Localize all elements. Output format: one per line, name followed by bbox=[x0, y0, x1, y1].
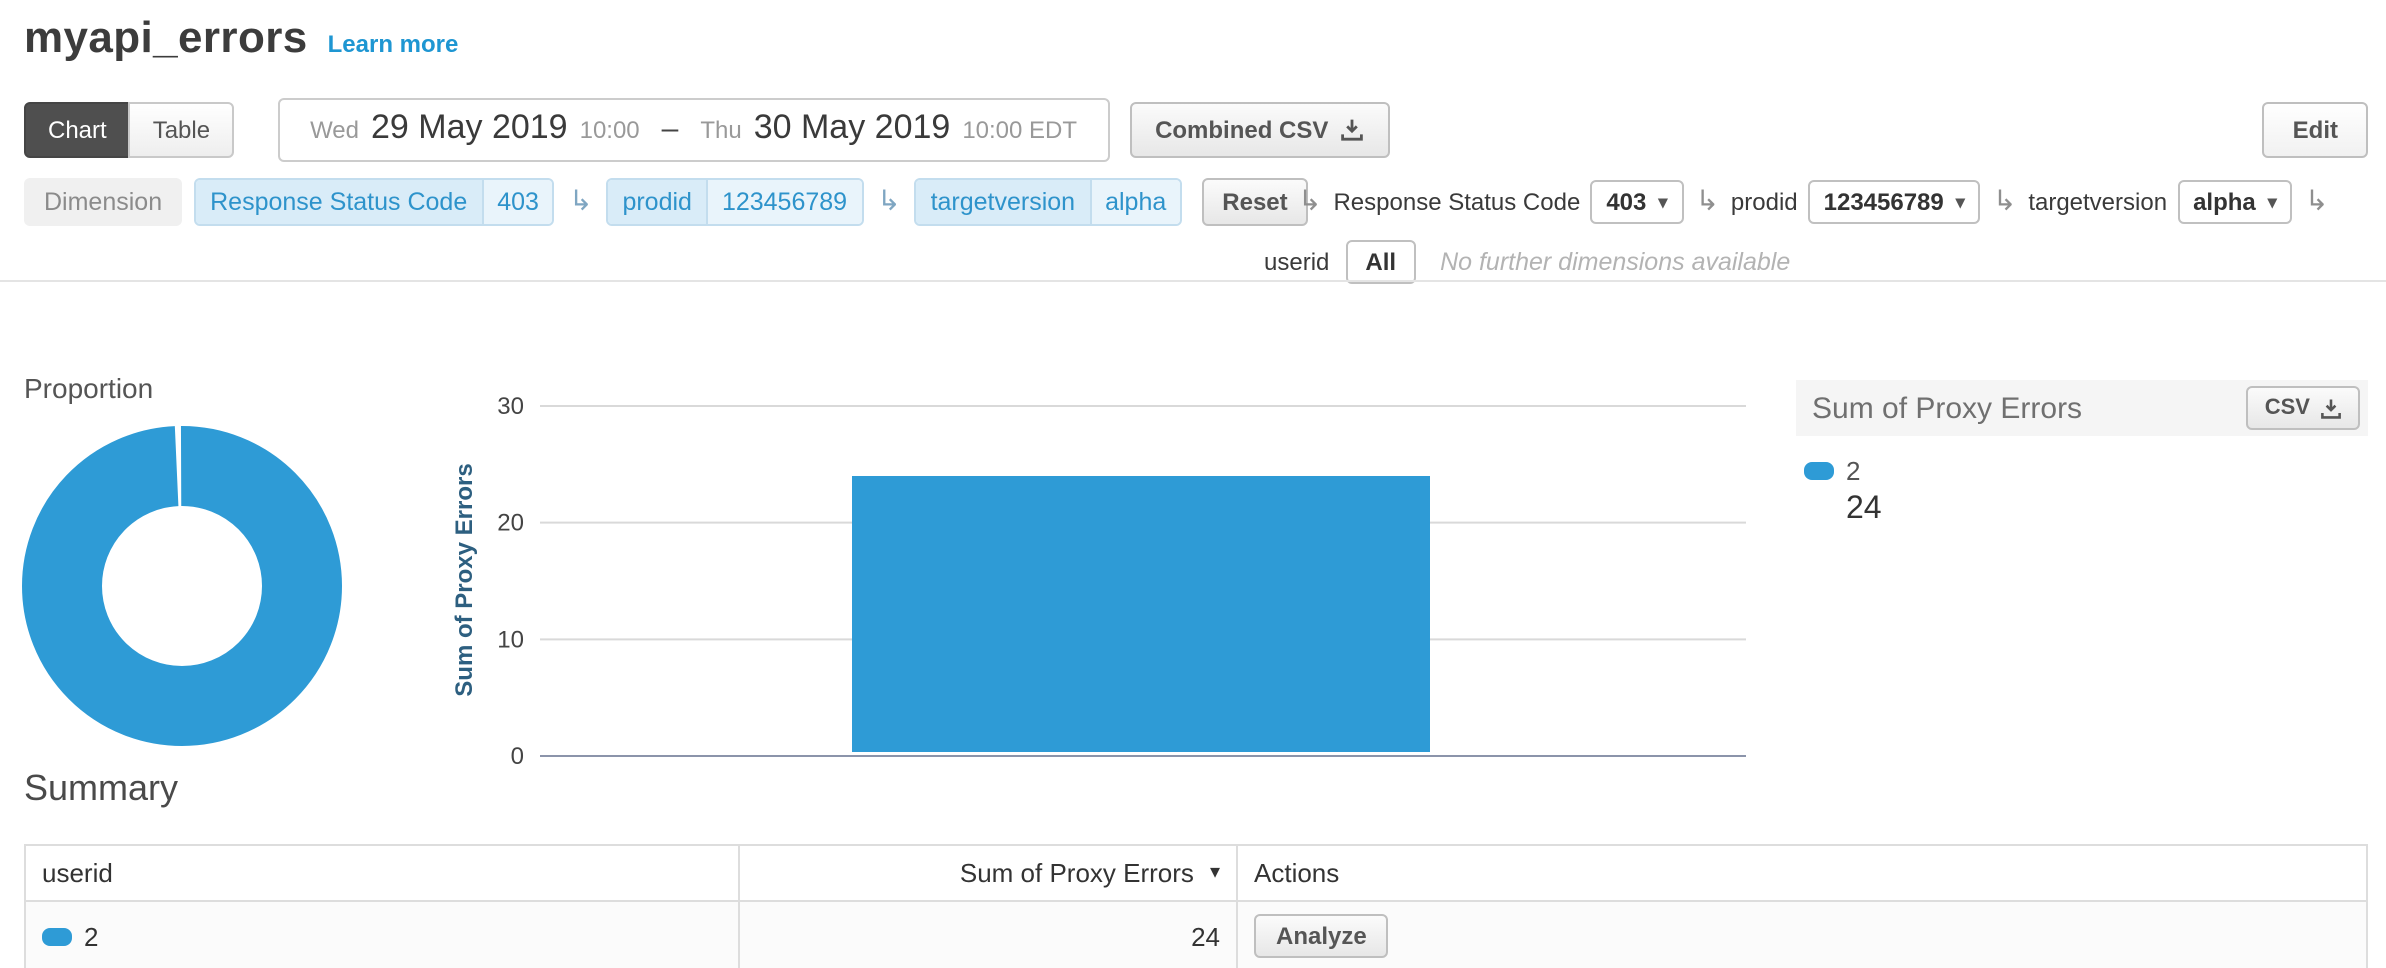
csv-button[interactable]: CSV bbox=[2247, 386, 2360, 430]
selector-label-targetversion: targetversion bbox=[2028, 188, 2167, 216]
branch-arrow-icon: ↳ bbox=[1695, 188, 1718, 216]
y-tick-label: 30 bbox=[497, 393, 524, 420]
selector-row: ↳ Response Status Code 403 ▾ ↳ prodid 12… bbox=[1296, 176, 2386, 228]
table-header-row: userid Sum of Proxy Errors ▾ Actions bbox=[26, 846, 2366, 900]
caret-down-icon: ▾ bbox=[2268, 193, 2277, 211]
userid-label: userid bbox=[1264, 248, 1329, 276]
y-tick-label: 20 bbox=[497, 510, 524, 537]
breadcrumb-value: 403 bbox=[481, 180, 553, 224]
dimension-bar: Dimension Response Status Code 403 ↳ pro… bbox=[24, 176, 2368, 276]
cell-sum: 24 bbox=[740, 902, 1238, 968]
date-range-separator: – bbox=[662, 112, 679, 146]
column-header-sum[interactable]: Sum of Proxy Errors ▾ bbox=[740, 846, 1238, 900]
breadcrumb-name: targetversion bbox=[917, 180, 1090, 224]
chart-view-button[interactable]: Chart bbox=[24, 102, 131, 158]
dimension-label: Dimension bbox=[24, 178, 182, 226]
download-icon bbox=[2320, 397, 2342, 419]
toolbar: Chart Table Wed 29 May 2019 10:00 – Thu … bbox=[24, 100, 2368, 160]
dimension-selectors: ↳ Response Status Code 403 ▾ ↳ prodid 12… bbox=[1264, 176, 2386, 288]
breadcrumb-targetversion[interactable]: targetversion alpha bbox=[915, 178, 1183, 226]
end-day: Thu bbox=[700, 116, 741, 144]
branch-arrow-icon: ↳ bbox=[2305, 188, 2328, 216]
breadcrumb-value: 123456789 bbox=[706, 180, 861, 224]
view-toggle: Chart Table bbox=[24, 102, 234, 158]
prodid-select[interactable]: 123456789 ▾ bbox=[1808, 180, 1981, 224]
scale-wrap: myapi_errors Learn more Chart Table Wed … bbox=[0, 0, 2386, 968]
legend-swatch bbox=[1804, 462, 1834, 480]
no-more-dimensions-text: No further dimensions available bbox=[1440, 248, 1790, 276]
page-title: myapi_errors bbox=[24, 12, 308, 64]
table-row: 2 24 Analyze bbox=[26, 900, 2366, 968]
start-day: Wed bbox=[310, 116, 359, 144]
select-value: alpha bbox=[2193, 188, 2256, 216]
branch-arrow-icon: ↳ bbox=[569, 188, 592, 216]
summary-title: Summary bbox=[24, 768, 178, 810]
side-panel: Sum of Proxy Errors CSV 2 24 bbox=[1796, 380, 2368, 528]
dimension-breadcrumbs: Dimension Response Status Code 403 ↳ pro… bbox=[24, 176, 1308, 228]
cell-actions: Analyze bbox=[1238, 902, 2370, 968]
learn-more-link[interactable]: Learn more bbox=[328, 30, 459, 58]
y-axis-title: Sum of Proxy Errors bbox=[451, 463, 478, 696]
selector-label-prodid: prodid bbox=[1731, 188, 1798, 216]
sort-desc-icon: ▾ bbox=[1210, 862, 1220, 884]
userid-value: 2 bbox=[84, 921, 98, 951]
combined-csv-button[interactable]: Combined CSV bbox=[1129, 102, 1390, 158]
proportion-title: Proportion bbox=[24, 372, 153, 404]
y-tick-label: 0 bbox=[511, 743, 524, 770]
legend-label: 2 bbox=[1846, 456, 1860, 486]
end-date: 30 May 2019 bbox=[754, 108, 951, 148]
breadcrumb-name: Response Status Code bbox=[196, 180, 481, 224]
side-panel-header: Sum of Proxy Errors CSV bbox=[1796, 380, 2368, 436]
cell-userid: 2 bbox=[26, 902, 740, 968]
csv-label: CSV bbox=[2265, 396, 2310, 420]
series-swatch bbox=[42, 927, 72, 945]
targetversion-select[interactable]: alpha ▾ bbox=[2177, 180, 2293, 224]
legend-value: 24 bbox=[1846, 492, 2368, 528]
userid-all-button[interactable]: All bbox=[1345, 240, 1416, 284]
select-value: 403 bbox=[1606, 188, 1646, 216]
section-divider bbox=[0, 280, 2386, 282]
caret-down-icon: ▾ bbox=[1956, 193, 1965, 211]
branch-arrow-icon: ↳ bbox=[1993, 188, 2016, 216]
caret-down-icon: ▾ bbox=[1658, 193, 1667, 211]
date-range-picker[interactable]: Wed 29 May 2019 10:00 – Thu 30 May 2019 … bbox=[278, 98, 1109, 162]
combined-csv-label: Combined CSV bbox=[1155, 116, 1328, 144]
selector-label-response-status-code: Response Status Code bbox=[1333, 188, 1580, 216]
y-tick-label: 10 bbox=[497, 626, 524, 653]
legend-item[interactable]: 2 bbox=[1804, 456, 2368, 486]
branch-arrow-icon: ↳ bbox=[1298, 188, 1321, 216]
select-value: 123456789 bbox=[1824, 188, 1944, 216]
branch-arrow-icon: ↳ bbox=[877, 188, 900, 216]
download-icon bbox=[1340, 118, 1364, 142]
table-view-button[interactable]: Table bbox=[129, 102, 234, 158]
breadcrumb-name: prodid bbox=[608, 180, 706, 224]
donut-chart bbox=[22, 426, 342, 746]
breadcrumb-prodid[interactable]: prodid 123456789 bbox=[606, 178, 863, 226]
summary-table: userid Sum of Proxy Errors ▾ Actions 2 2… bbox=[24, 844, 2368, 968]
start-time: 10:00 bbox=[580, 116, 640, 144]
page-header: myapi_errors Learn more bbox=[24, 12, 458, 64]
column-header-userid: userid bbox=[26, 846, 740, 900]
bar-series-2[interactable] bbox=[852, 476, 1430, 752]
side-panel-title: Sum of Proxy Errors bbox=[1812, 391, 2082, 425]
column-header-actions: Actions bbox=[1238, 846, 2370, 900]
breadcrumb-response-status-code[interactable]: Response Status Code 403 bbox=[194, 178, 555, 226]
edit-button[interactable]: Edit bbox=[2263, 102, 2368, 158]
donut-slice bbox=[62, 466, 302, 706]
bar-chart: Sum of Proxy Errors 0 10 20 30 bbox=[448, 384, 1780, 784]
analyze-button[interactable]: Analyze bbox=[1254, 914, 1389, 958]
end-time: 10:00 EDT bbox=[962, 116, 1077, 144]
app-root: myapi_errors Learn more Chart Table Wed … bbox=[0, 0, 2386, 968]
column-header-sum-label: Sum of Proxy Errors bbox=[960, 858, 1194, 888]
response-status-code-select[interactable]: 403 ▾ bbox=[1590, 180, 1683, 224]
start-date: 29 May 2019 bbox=[371, 108, 568, 148]
breadcrumb-value: alpha bbox=[1089, 180, 1180, 224]
